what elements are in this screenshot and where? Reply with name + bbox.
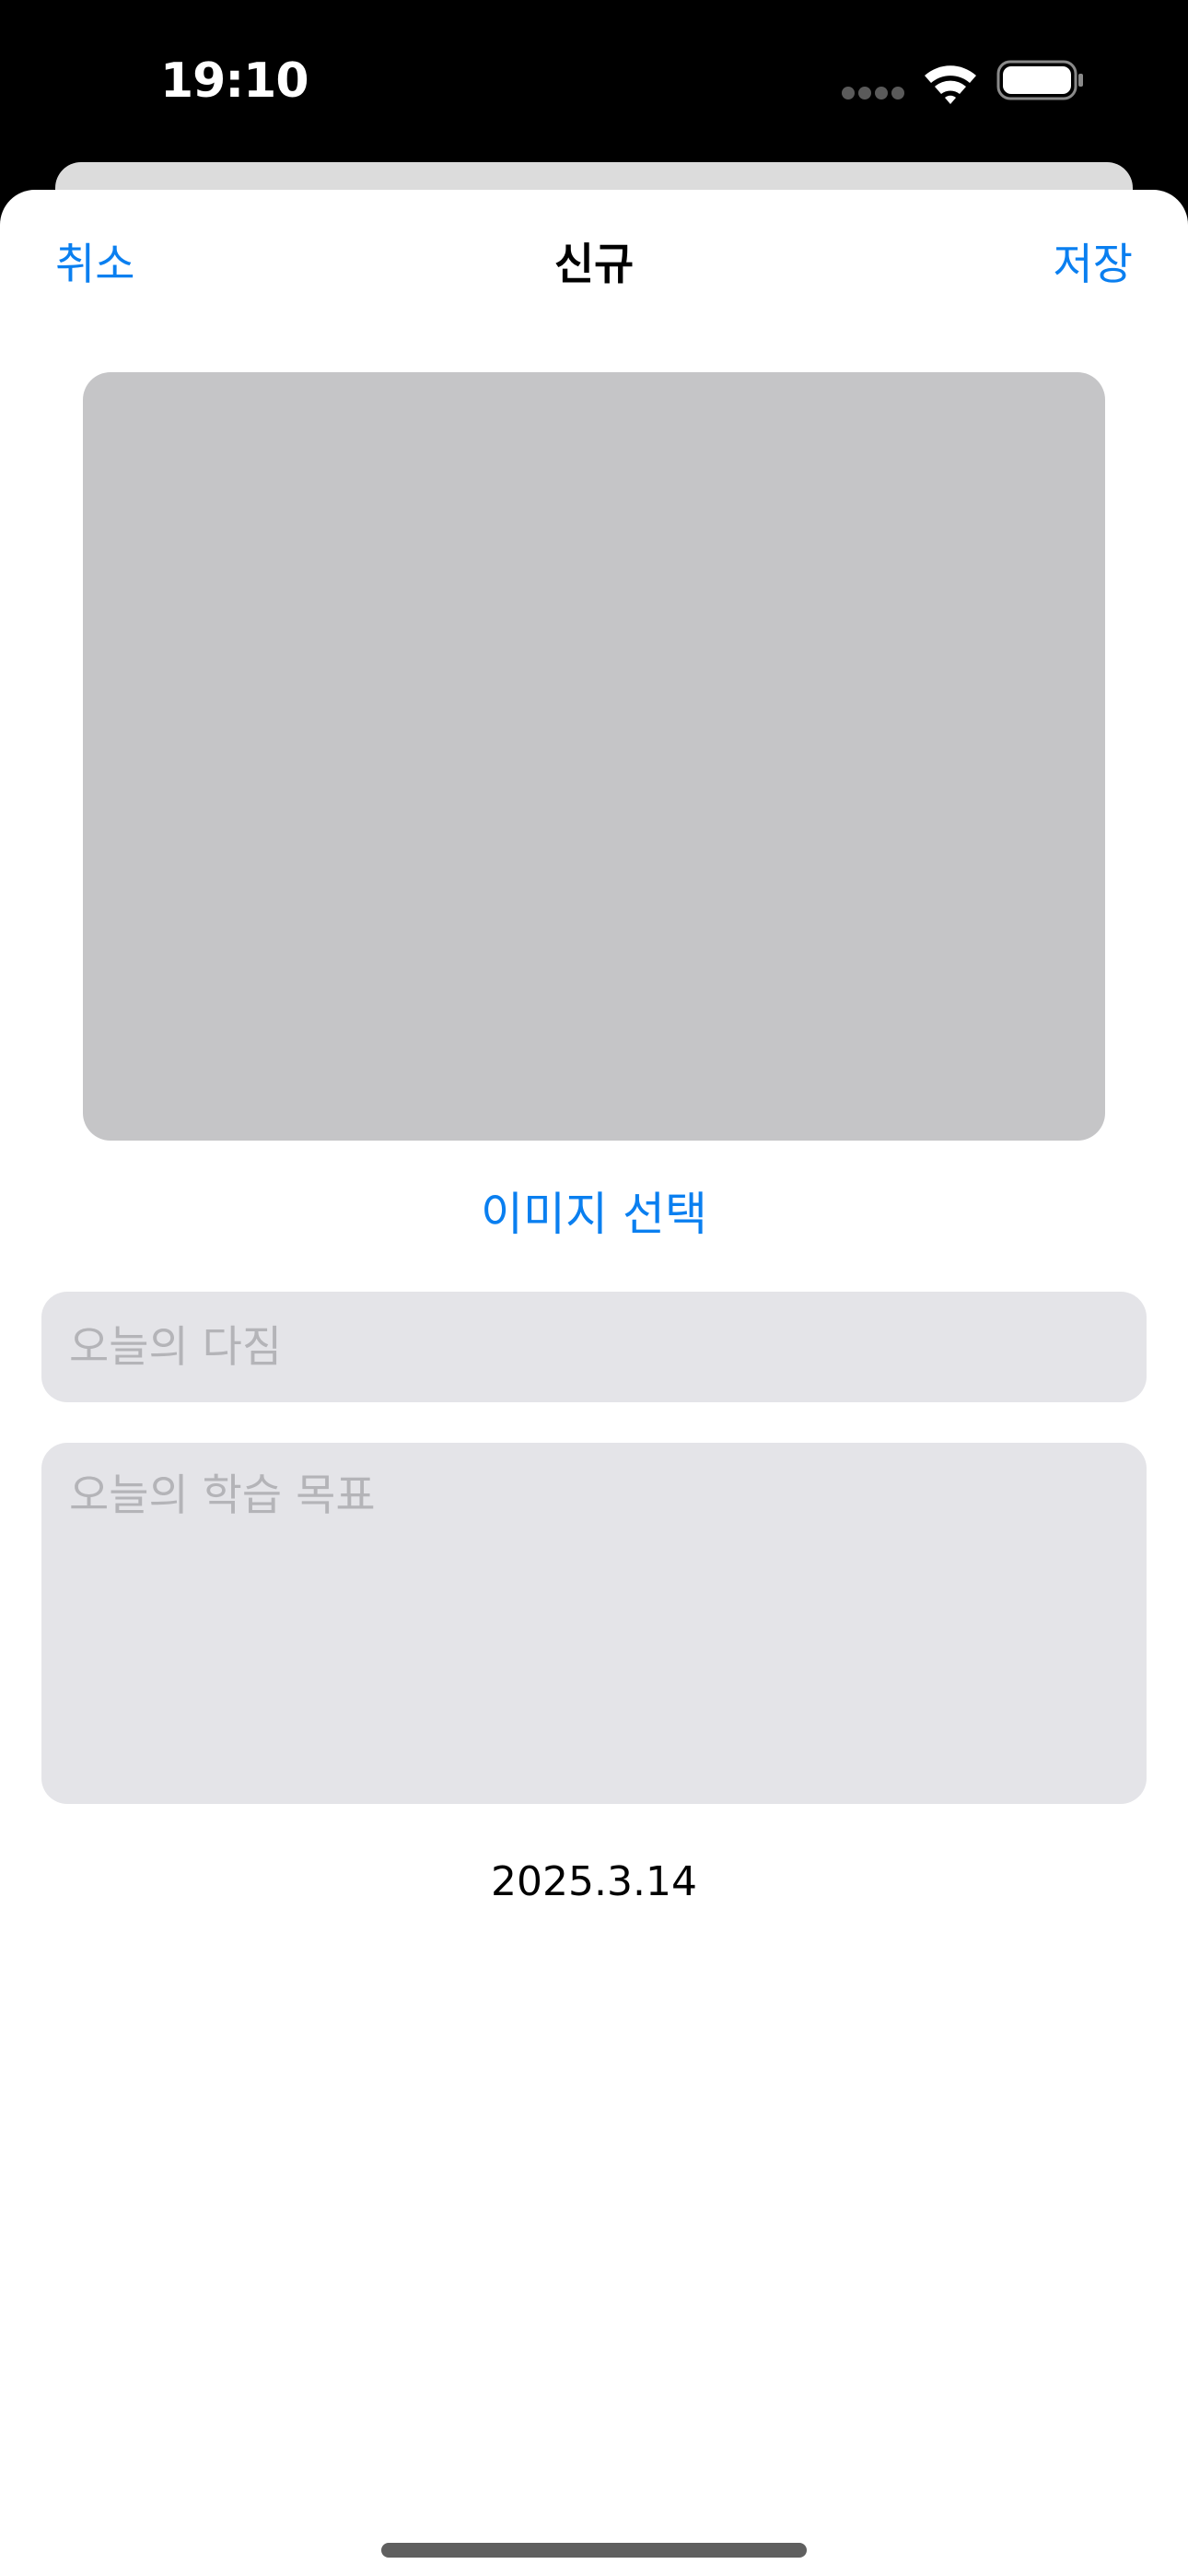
select-image-button[interactable]: 이미지 선택 [0, 1183, 1188, 1246]
status-time: 19:10 [160, 53, 309, 109]
page-title: 신규 [553, 240, 635, 290]
study-goal-textarea[interactable] [41, 1443, 1147, 1804]
image-preview-placeholder[interactable] [83, 372, 1105, 1141]
date-label: 2025.3.14 [491, 1858, 697, 1905]
wifi-icon [925, 65, 976, 104]
cellular-dots-icon [842, 87, 906, 100]
battery-icon [996, 60, 1083, 100]
save-button[interactable]: 저장 [1054, 236, 1133, 295]
home-indicator [381, 2543, 807, 2558]
resolution-input[interactable] [41, 1292, 1147, 1402]
screen: 19:10 취소 신규 저장 이미지 선택 2025.3.14 [0, 0, 1188, 2576]
